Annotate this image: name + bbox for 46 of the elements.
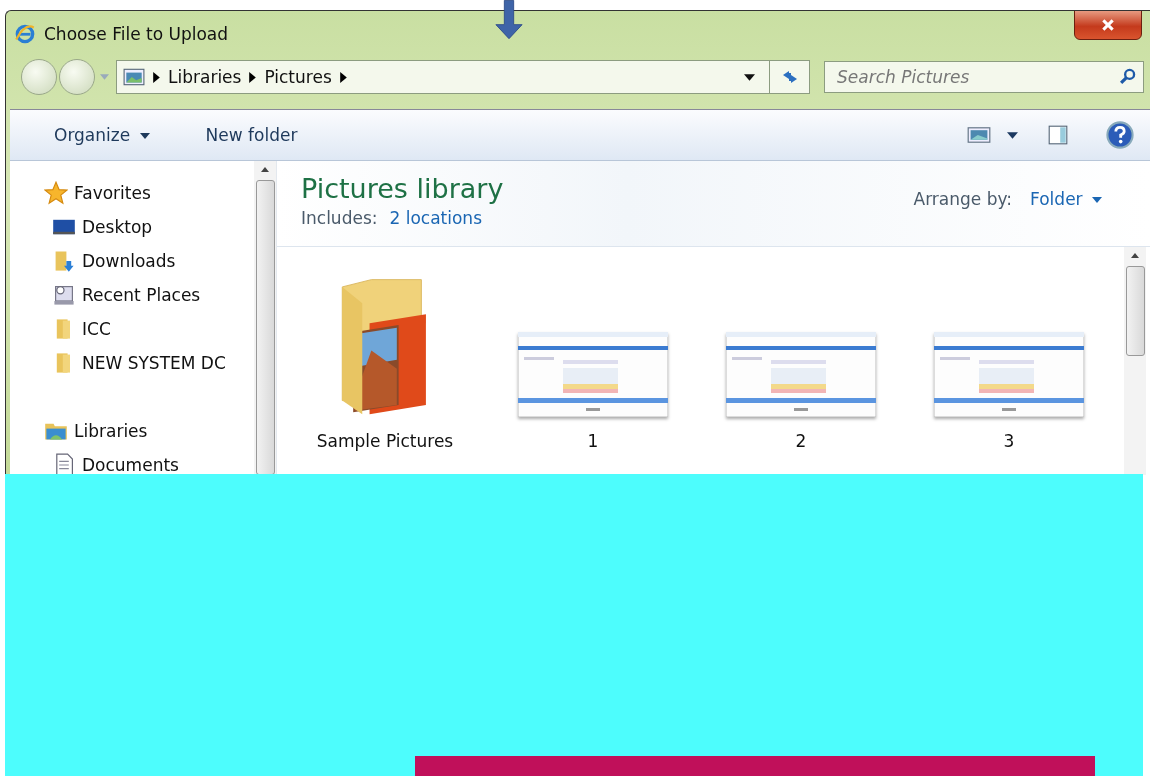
recent-places-icon: [52, 283, 76, 307]
search-icon: [1119, 68, 1136, 85]
item-label[interactable]: 1: [587, 431, 599, 451]
help-icon[interactable]: [1106, 121, 1134, 149]
close-button[interactable]: [1074, 11, 1142, 40]
sidebar-item[interactable]: Favorites: [44, 183, 254, 203]
dropdown-icon[interactable]: [744, 73, 755, 81]
search-field[interactable]: Search Pictures: [824, 61, 1144, 93]
view-icon[interactable]: [967, 124, 991, 146]
item-label[interactable]: Sample Pictures: [316, 431, 454, 451]
pictures-icon: [123, 68, 145, 86]
chevron-icon: [339, 71, 347, 83]
caret-icon[interactable]: [1007, 131, 1018, 139]
caret-icon: [139, 133, 150, 139]
scrollbar[interactable]: [1124, 247, 1146, 475]
scroll-up-icon[interactable]: [1131, 253, 1139, 258]
scroll-up-icon[interactable]: [261, 167, 269, 172]
chevron-icon: [249, 71, 257, 83]
window-title: Choose File to Upload: [44, 24, 229, 44]
caret-icon: [100, 74, 109, 80]
sidebar-item[interactable]: Downloads: [52, 251, 254, 271]
includes-label: Includes:: [301, 208, 378, 228]
sidebar-item[interactable]: NEW SYSTEM DC: [52, 353, 254, 373]
item-label[interactable]: 3: [1003, 431, 1015, 451]
caret-icon: [1092, 197, 1102, 203]
item-label[interactable]: 2: [795, 431, 807, 451]
star-icon: [44, 181, 68, 205]
new-folder-button[interactable]: New folder: [199, 121, 304, 149]
sidebar-item[interactable]: Desktop: [52, 217, 254, 237]
sidebar-item[interactable]: Libraries: [44, 421, 254, 441]
chevron-icon: [153, 71, 160, 83]
preview-pane-icon[interactable]: [1046, 124, 1070, 146]
locations-link[interactable]: 2 locations: [389, 208, 482, 228]
browser-icon: [14, 23, 36, 45]
down-arrow-icon: [495, 0, 523, 40]
breadcrumb[interactable]: Pictures: [264, 67, 332, 87]
address-bar[interactable]: Libraries Pictures: [116, 60, 810, 94]
close-icon: [1101, 18, 1115, 32]
arrange-label: Arrange by:: [913, 189, 1013, 209]
breadcrumb[interactable]: Libraries: [168, 67, 242, 87]
library-title: Pictures library: [301, 173, 504, 204]
sidebar-item[interactable]: Recent Places: [52, 285, 254, 305]
scrollbar[interactable]: [254, 161, 276, 475]
sidebar-item[interactable]: ICC: [52, 319, 254, 339]
organize-button[interactable]: Organize: [48, 121, 156, 149]
arrange-dropdown[interactable]: Folder: [1030, 189, 1102, 209]
